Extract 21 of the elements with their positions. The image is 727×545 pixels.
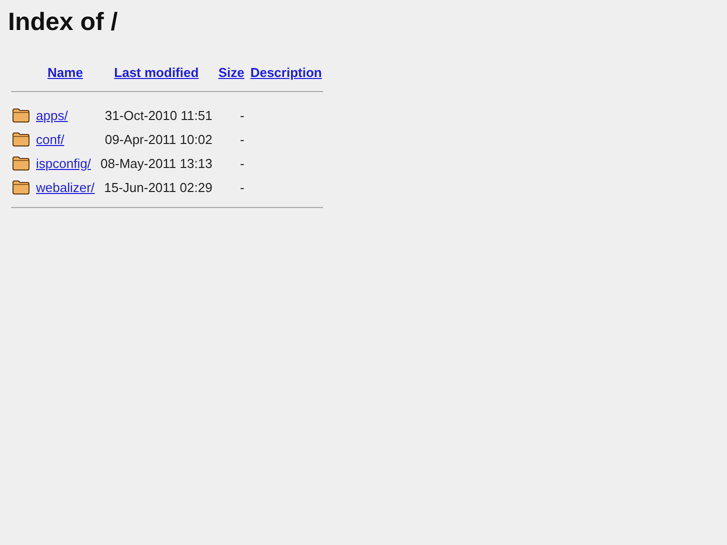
modified-date: 15-Jun-2011 02:29	[104, 180, 212, 194]
column-sort-link[interactable]: Name	[48, 65, 83, 80]
folder-icon	[12, 131, 30, 147]
page-title: Index of /	[8, 8, 119, 37]
file-size: -	[240, 108, 244, 122]
file-size: -	[240, 132, 244, 146]
modified-date: 08-May-2011 13:13	[100, 156, 212, 170]
modified-date: 09-Apr-2011 10:02	[104, 132, 212, 146]
folder-icon	[12, 179, 30, 195]
folder-icon	[12, 155, 30, 171]
file-size: -	[240, 156, 244, 170]
column-sort-link[interactable]: Size	[218, 65, 244, 80]
folder-link[interactable]: apps/	[36, 108, 68, 122]
column-sort-link[interactable]: Last modified	[114, 65, 199, 80]
modified-date: 31-Oct-2010 11:51	[104, 108, 212, 122]
folder-link[interactable]: ispconfig/	[36, 156, 91, 170]
folder-link[interactable]: conf/	[36, 132, 64, 146]
folder-icon	[12, 107, 30, 123]
file-size: -	[240, 180, 244, 194]
column-sort-link[interactable]: Description	[250, 65, 322, 80]
folder-link[interactable]: webalizer/	[36, 180, 95, 194]
